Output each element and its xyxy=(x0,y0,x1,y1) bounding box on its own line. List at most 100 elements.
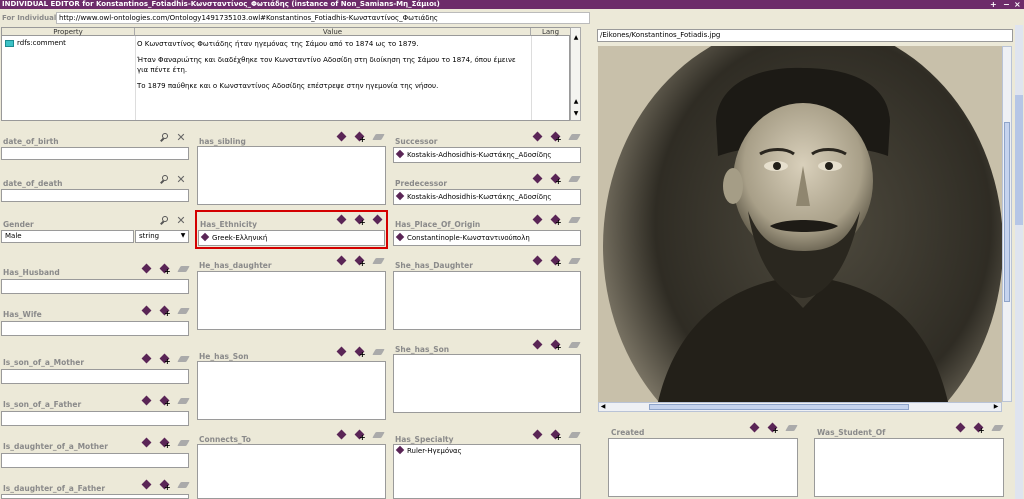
remove-instance-icon[interactable] xyxy=(785,423,798,433)
column-header-property[interactable]: Property xyxy=(2,28,135,36)
instance-diamond-icon[interactable] xyxy=(749,422,760,433)
add-instance-icon[interactable]: + xyxy=(550,214,562,227)
add-instance-icon[interactable]: + xyxy=(159,305,171,318)
daughter-of-father-field[interactable] xyxy=(1,494,189,499)
remove-instance-icon[interactable] xyxy=(177,396,190,406)
remove-instance-icon[interactable] xyxy=(177,354,190,364)
add-instance-icon[interactable]: + xyxy=(159,263,171,276)
remove-instance-icon[interactable] xyxy=(177,306,190,316)
editor-scroll-thumb[interactable] xyxy=(1015,95,1023,225)
image-horizontal-scroll-thumb[interactable] xyxy=(649,404,909,410)
he-has-son-list[interactable] xyxy=(197,361,386,420)
place-of-origin-list[interactable]: Constantinople-Κωνσταντινούπολη xyxy=(393,230,581,246)
son-of-mother-field[interactable] xyxy=(1,369,189,384)
created-list[interactable] xyxy=(608,438,798,497)
add-instance-icon[interactable]: + xyxy=(354,429,366,442)
remove-instance-icon[interactable] xyxy=(372,132,385,142)
delete-icon[interactable]: ✕ xyxy=(176,132,186,143)
he-has-daughter-list[interactable] xyxy=(197,271,386,330)
image-horizontal-scrollbar[interactable]: ◀ ▶ xyxy=(598,402,1002,412)
add-instance-icon[interactable]: + xyxy=(159,353,171,366)
scroll-left-icon[interactable]: ◀ xyxy=(599,403,607,411)
add-instance-icon[interactable]: + xyxy=(159,395,171,408)
remove-instance-icon[interactable] xyxy=(177,438,190,448)
list-item[interactable]: Kostakis-Adhosidhis-Κωστάκης_Αδοσίδης xyxy=(395,149,552,160)
remove-instance-icon[interactable] xyxy=(372,430,385,440)
remove-instance-icon[interactable] xyxy=(372,347,385,357)
delete-icon[interactable]: ✕ xyxy=(176,174,186,185)
instance-diamond-icon[interactable] xyxy=(141,263,152,274)
annotations-scrollbar[interactable]: ▲ ▲ ▼ xyxy=(570,27,581,121)
add-instance-icon[interactable]: + xyxy=(767,422,779,435)
add-instance-icon[interactable]: + xyxy=(354,255,366,268)
predecessor-list[interactable]: Kostakis-Adhosidhis-Κωστάκης_Αδοσίδης xyxy=(393,189,581,205)
remove-instance-icon[interactable] xyxy=(177,264,190,274)
instance-diamond-icon[interactable] xyxy=(532,255,543,266)
instance-diamond-icon[interactable] xyxy=(141,353,152,364)
scroll-up-icon[interactable]: ▲ xyxy=(572,34,580,42)
add-instance-icon[interactable]: + xyxy=(354,346,366,359)
image-vertical-scroll-thumb[interactable] xyxy=(1004,122,1010,302)
remove-instance-icon[interactable] xyxy=(568,174,581,184)
instance-diamond-icon[interactable] xyxy=(532,214,543,225)
date-of-death-field[interactable] xyxy=(1,189,189,202)
search-icon[interactable] xyxy=(160,216,170,226)
column-header-lang[interactable]: Lang xyxy=(531,28,570,36)
instance-diamond-icon[interactable] xyxy=(336,131,347,142)
minimize-button[interactable]: − xyxy=(1003,0,1010,9)
scroll-up-icon[interactable]: ▲ xyxy=(572,98,580,106)
search-icon[interactable] xyxy=(160,133,170,143)
add-instance-icon[interactable]: + xyxy=(159,479,171,492)
instance-diamond-icon[interactable] xyxy=(532,131,543,142)
image-path-field[interactable]: /Eikones/Konstantinos_Fotiadis.jpg xyxy=(597,29,1013,42)
she-has-daughter-list[interactable] xyxy=(393,271,581,330)
has-sibling-list[interactable] xyxy=(197,146,386,205)
instance-diamond-icon[interactable] xyxy=(336,346,347,357)
chevron-down-icon[interactable]: ▼ xyxy=(179,232,187,240)
has-wife-field[interactable] xyxy=(1,321,189,336)
remove-instance-icon[interactable] xyxy=(568,430,581,440)
add-instance-icon[interactable]: + xyxy=(550,173,562,186)
list-item[interactable]: Ruler-Ηγεμόνας xyxy=(395,445,462,456)
add-instance-icon[interactable]: + xyxy=(354,131,366,144)
gender-type-select[interactable]: string ▼ xyxy=(135,230,189,243)
successor-list[interactable]: Kostakis-Adhosidhis-Κωστάκης_Αδοσίδης xyxy=(393,147,581,163)
list-item[interactable]: Constantinople-Κωνσταντινούπολη xyxy=(395,232,530,243)
add-instance-icon[interactable]: + xyxy=(550,429,562,442)
instance-diamond-icon[interactable] xyxy=(141,479,152,490)
instance-diamond-icon[interactable] xyxy=(141,395,152,406)
add-instance-icon[interactable]: + xyxy=(550,339,562,352)
daughter-of-mother-field[interactable] xyxy=(1,453,189,468)
editor-scrollbar[interactable] xyxy=(1014,25,1024,499)
image-vertical-scrollbar[interactable] xyxy=(1002,46,1012,402)
instance-diamond-icon[interactable] xyxy=(532,173,543,184)
add-instance-icon[interactable]: + xyxy=(550,255,562,268)
instance-diamond-icon[interactable] xyxy=(336,255,347,266)
was-student-of-list[interactable] xyxy=(814,438,1004,497)
list-item[interactable]: Kostakis-Adhosidhis-Κωστάκης_Αδοσίδης xyxy=(395,191,552,202)
column-header-value[interactable]: Value xyxy=(135,28,531,36)
scroll-right-icon[interactable]: ▶ xyxy=(992,403,1000,411)
remove-instance-icon[interactable] xyxy=(177,480,190,490)
remove-instance-icon[interactable] xyxy=(372,256,385,266)
remove-instance-icon[interactable] xyxy=(568,215,581,225)
delete-icon[interactable]: ✕ xyxy=(176,215,186,226)
son-of-father-field[interactable] xyxy=(1,411,189,426)
add-instance-icon[interactable]: + xyxy=(973,422,985,435)
connects-to-list[interactable] xyxy=(197,444,386,499)
individual-uri-field[interactable]: http://www.owl-ontologies.com/Ontology14… xyxy=(56,12,590,24)
instance-diamond-icon[interactable] xyxy=(532,339,543,350)
gender-field[interactable]: Male xyxy=(1,230,134,243)
close-button[interactable]: × xyxy=(1014,0,1021,9)
she-has-son-list[interactable] xyxy=(393,354,581,413)
scroll-down-icon[interactable]: ▼ xyxy=(572,110,580,118)
remove-instance-icon[interactable] xyxy=(568,340,581,350)
date-of-birth-field[interactable] xyxy=(1,147,189,160)
instance-diamond-icon[interactable] xyxy=(955,422,966,433)
instance-diamond-icon[interactable] xyxy=(336,429,347,440)
maximize-button[interactable]: + xyxy=(990,0,997,9)
annotation-value-cell[interactable]: Ο Κωνσταντίνος Φωτιάδης ήταν ηγεμόνας τη… xyxy=(137,39,527,97)
add-instance-icon[interactable]: + xyxy=(550,131,562,144)
has-specialty-list[interactable]: Ruler-Ηγεμόνας xyxy=(393,444,581,499)
annotation-property-cell[interactable]: rdfs:comment xyxy=(5,39,66,47)
